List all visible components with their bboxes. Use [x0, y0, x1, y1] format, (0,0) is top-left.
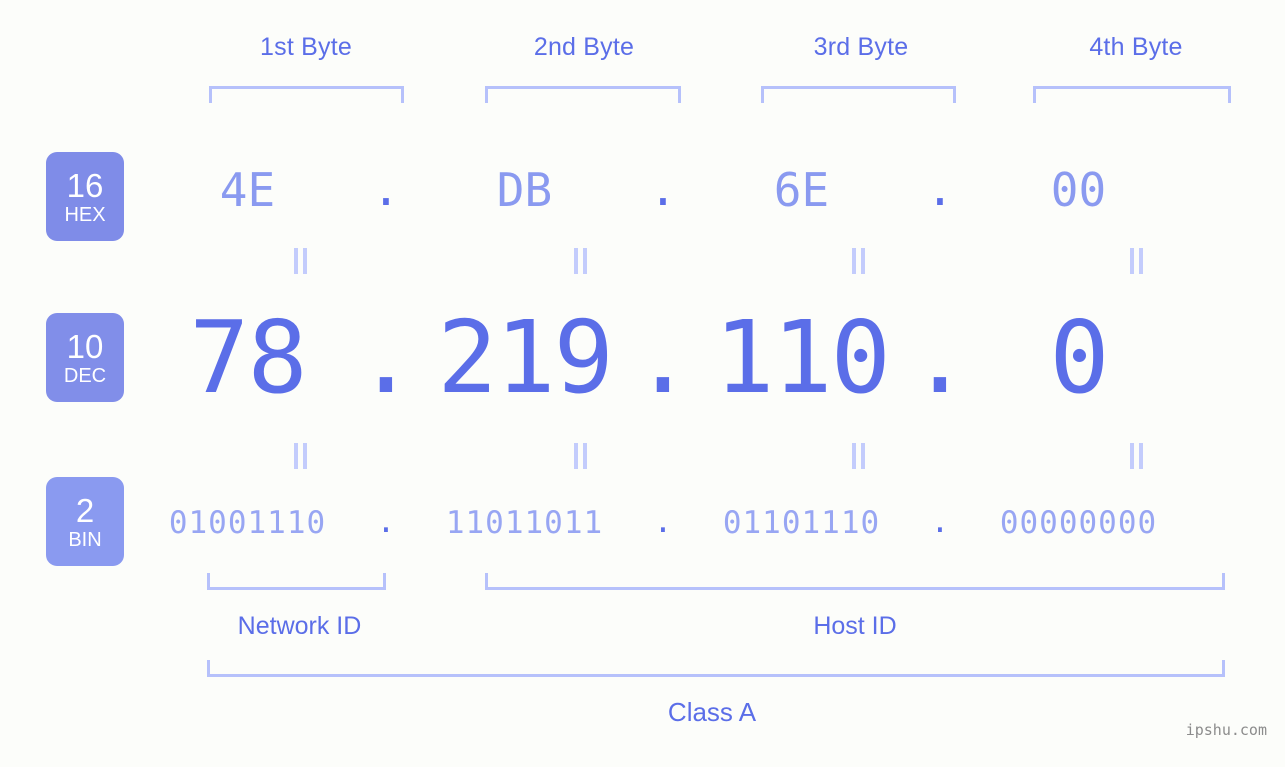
equals-connector-hex-dec-4 — [1125, 248, 1147, 274]
hex-value-row: 4E . DB . 6E . 00 — [150, 150, 1255, 230]
hex-octet-3: 6E — [773, 163, 830, 217]
class-bracket — [207, 660, 1225, 677]
equals-connector-hex-dec-1 — [289, 248, 311, 274]
ip-address-breakdown-diagram: 1st Byte 2nd Byte 3rd Byte 4th Byte 16 H… — [0, 0, 1285, 767]
base-badge-hex-abbr: HEX — [64, 203, 106, 226]
base-badge-bin: 2 BIN — [46, 477, 124, 566]
dec-separator-3: . — [909, 299, 971, 416]
byte-header-4: 4th Byte — [1089, 33, 1183, 61]
byte-bracket-1 — [209, 86, 404, 103]
bin-value-row: 01001110 . 11011011 . 01101110 . 0000000… — [150, 495, 1255, 550]
hex-octet-4: 00 — [1050, 163, 1107, 217]
base-badge-hex: 16 HEX — [46, 152, 124, 241]
equals-connector-hex-dec-2 — [569, 248, 591, 274]
base-badge-hex-number: 16 — [66, 166, 104, 204]
base-badge-dec: 10 DEC — [46, 313, 124, 402]
byte-header-1: 1st Byte — [260, 33, 352, 61]
byte-header-2: 2nd Byte — [533, 33, 635, 61]
equals-connector-hex-dec-3 — [847, 248, 869, 274]
host-id-label: Host ID — [813, 612, 897, 640]
site-watermark: ipshu.com — [1185, 721, 1267, 739]
dec-octet-2: 219 — [437, 299, 614, 416]
byte-bracket-3 — [761, 86, 956, 103]
bin-separator-3: . — [930, 503, 950, 540]
equals-connector-dec-bin-1 — [289, 443, 311, 469]
byte-bracket-4 — [1033, 86, 1231, 103]
dec-octet-3: 110 — [714, 299, 891, 416]
network-id-label: Network ID — [237, 612, 362, 640]
dec-value-row: 78 . 219 . 110 . 0 — [150, 295, 1255, 420]
dec-separator-1: . — [355, 299, 417, 416]
bin-separator-1: . — [376, 503, 396, 540]
bin-octet-2: 11011011 — [445, 504, 604, 541]
bin-octet-1: 01001110 — [168, 504, 327, 541]
hex-separator-2: . — [649, 162, 677, 217]
hex-octet-2: DB — [496, 163, 553, 217]
equals-connector-dec-bin-2 — [569, 443, 591, 469]
byte-bracket-2 — [485, 86, 681, 103]
dec-separator-2: . — [632, 299, 694, 416]
bin-separator-2: . — [653, 503, 673, 540]
network-id-bracket — [207, 573, 386, 590]
base-badge-bin-number: 2 — [75, 491, 95, 529]
dec-octet-4: 0 — [1049, 299, 1109, 416]
base-badge-dec-abbr: DEC — [63, 364, 107, 387]
bin-octet-3: 01101110 — [722, 504, 881, 541]
hex-octet-1: 4E — [219, 163, 276, 217]
base-badge-dec-number: 10 — [66, 327, 104, 365]
class-label: Class A — [667, 697, 757, 727]
bin-octet-4: 00000000 — [999, 504, 1158, 541]
equals-connector-dec-bin-3 — [847, 443, 869, 469]
hex-separator-1: . — [372, 162, 400, 217]
host-id-bracket — [485, 573, 1225, 590]
base-badge-bin-abbr: BIN — [68, 528, 102, 551]
dec-octet-1: 78 — [189, 299, 307, 416]
byte-header-3: 3rd Byte — [813, 33, 909, 61]
hex-separator-3: . — [926, 162, 954, 217]
equals-connector-dec-bin-4 — [1125, 443, 1147, 469]
